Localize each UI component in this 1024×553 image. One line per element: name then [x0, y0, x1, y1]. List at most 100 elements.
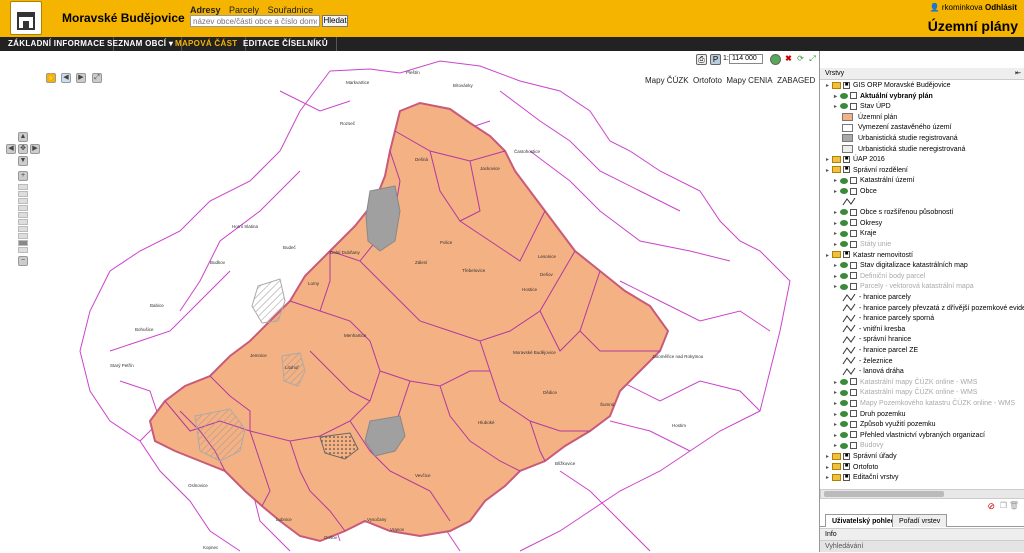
basemap-cuzk[interactable]: Mapy ČÚZK	[645, 76, 689, 85]
visibility-eye-icon[interactable]	[840, 378, 848, 385]
layer-row[interactable]: ▸ ■ Správní úřady	[826, 451, 897, 462]
search-tab-souradnice[interactable]: Souřadnice	[268, 5, 314, 15]
unregistered-study-area-1[interactable]	[251, 278, 286, 324]
menu-editace-ciselniku[interactable]: EDITACE ČÍSELNÍKŮ	[235, 37, 337, 51]
scrollbar-thumb[interactable]	[824, 491, 944, 497]
layer-row[interactable]: - lanová dráha	[842, 366, 904, 377]
layer-checkbox[interactable]	[850, 240, 857, 248]
layer-checkbox[interactable]: ■	[843, 155, 850, 163]
layer-row[interactable]: ▸ Obce	[834, 186, 877, 197]
zoom-extent-icon[interactable]: ⤢	[92, 73, 102, 83]
visibility-eye-icon[interactable]	[840, 209, 848, 216]
visibility-eye-icon[interactable]	[840, 103, 848, 110]
layer-checkbox[interactable]	[850, 420, 857, 428]
address-search-input[interactable]	[190, 15, 320, 27]
visibility-eye-icon[interactable]	[840, 389, 848, 396]
visibility-eye-icon[interactable]	[840, 442, 848, 449]
layer-row[interactable]: - hranice parcely sporná	[842, 313, 934, 324]
basemap-zabaged[interactable]: ZABAGED	[777, 76, 815, 85]
layer-row[interactable]: ▸ Okresy	[834, 218, 882, 229]
visibility-eye-icon[interactable]	[840, 283, 848, 290]
layer-row[interactable]: Vymezení zastavěného území	[842, 122, 952, 133]
visibility-eye-icon[interactable]	[840, 410, 848, 417]
layer-checkbox[interactable]: ■	[843, 251, 850, 259]
info-section[interactable]: Info	[820, 528, 1024, 540]
layer-row[interactable]: ▸ Způsob využití pozemku	[834, 419, 935, 430]
layer-checkbox[interactable]	[850, 92, 857, 100]
pan-down-button[interactable]: ▼	[18, 156, 28, 166]
layer-row[interactable]: ▸ Aktuální vybraný plán	[834, 91, 933, 102]
search-section[interactable]: Vyhledávání	[820, 540, 1024, 552]
basemap-ortofoto[interactable]: Ortofoto	[693, 76, 722, 85]
hand-pan-tool-icon[interactable]: ✋	[46, 73, 56, 83]
layer-checkbox[interactable]	[850, 102, 857, 110]
layer-checkbox[interactable]	[850, 272, 857, 280]
delete-layer-icon[interactable]: 🗑	[1009, 501, 1019, 510]
layer-checkbox[interactable]	[850, 177, 857, 185]
layer-row[interactable]: ▸ Definiční body parcel	[834, 271, 925, 282]
layer-row[interactable]: - hranice parcely	[842, 292, 911, 303]
layer-checkbox[interactable]	[850, 399, 857, 407]
layer-checkbox[interactable]	[850, 442, 857, 450]
layer-checkbox[interactable]	[850, 283, 857, 291]
refresh-icon[interactable]: ⟳	[795, 54, 806, 65]
layer-row[interactable]: Urbanistická studie registrovaná	[842, 133, 958, 144]
map-canvas[interactable]: Pleštín Bítovánky Markvartice Starý Petř…	[0, 51, 819, 552]
layer-row[interactable]: ▸ ■ Katastr nemovitostí	[826, 250, 913, 261]
visibility-eye-icon[interactable]	[840, 241, 848, 248]
tab-user-view[interactable]: Uživatelský pohled	[825, 514, 903, 527]
layer-row[interactable]: ▸ ■ GIS ORP Moravské Budějovice	[826, 80, 951, 91]
layer-row[interactable]: ▸ Stav ÚPD	[834, 101, 891, 112]
expand-toggle-icon[interactable]: ▸	[834, 102, 840, 113]
search-button[interactable]: Hledat	[322, 15, 348, 27]
layer-row[interactable]: ▸ Obce s rozšířenou působností	[834, 207, 953, 218]
visibility-eye-icon[interactable]	[840, 92, 848, 99]
regulated-study-area-1[interactable]	[365, 185, 401, 252]
layer-checkbox[interactable]	[850, 431, 857, 439]
visibility-eye-icon[interactable]	[840, 262, 848, 269]
search-tab-adresy[interactable]: Adresy	[190, 5, 221, 15]
visibility-eye-icon[interactable]	[840, 188, 848, 195]
print-icon[interactable]: ⎙	[696, 54, 707, 65]
layer-row[interactable]: ▸ ■ Správní rozdělení	[826, 165, 908, 176]
zoom-in-button[interactable]: +	[18, 171, 28, 181]
pan-up-button[interactable]: ▲	[18, 132, 28, 142]
layer-row[interactable]	[842, 197, 859, 208]
layer-checkbox[interactable]: ■	[843, 463, 850, 471]
layer-row[interactable]: ▸ Budovy	[834, 440, 883, 451]
back-arrow-icon[interactable]: ◀	[61, 73, 71, 83]
expand-toggle-icon[interactable]: ▸	[834, 187, 840, 198]
layer-row[interactable]: - hranice parcely převzatá z dřívější po…	[842, 303, 1024, 314]
search-tab-parcely[interactable]: Parcely	[229, 5, 259, 15]
visibility-eye-icon[interactable]	[840, 431, 848, 438]
menu-zakladni-informace[interactable]: ZÁKLADNÍ INFORMACE	[0, 37, 114, 51]
layer-row[interactable]: ▸ Přehled vlastnictví vybraných organizac…	[834, 430, 985, 441]
layer-checkbox[interactable]	[850, 219, 857, 227]
remove-layer-icon[interactable]: ⊘	[987, 501, 995, 512]
layer-row[interactable]: ▸ Katastrální území	[834, 175, 914, 186]
layer-row[interactable]: ▸ Stav digitalizace katastrálních map	[834, 260, 968, 271]
layer-checkbox[interactable]	[850, 389, 857, 397]
globe-icon[interactable]	[770, 54, 781, 65]
layer-checkbox[interactable]	[850, 230, 857, 238]
layer-row[interactable]: ▸ Parcely - vektorová katastrální mapa	[834, 281, 974, 292]
map-area[interactable]: Pleštín Bítovánky Markvartice Starý Petř…	[0, 51, 819, 552]
layer-row[interactable]: ▸ Katastrální mapy ČÚZK online - WMS	[834, 387, 977, 398]
visibility-eye-icon[interactable]	[840, 421, 848, 428]
layer-checkbox[interactable]: ■	[843, 166, 850, 174]
layer-row[interactable]: ▸ Katastrální mapy ČÚZK online - WMS	[834, 377, 977, 388]
layer-checkbox[interactable]	[850, 208, 857, 216]
fullscreen-icon[interactable]: ⤢	[807, 54, 818, 65]
layer-checkbox[interactable]	[850, 378, 857, 386]
tab-layer-order[interactable]: Pořadí vrstev	[892, 514, 948, 527]
layer-row[interactable]: Urbanistická studie neregistrovaná	[842, 144, 965, 155]
expand-toggle-icon[interactable]: ▸	[834, 282, 840, 293]
panel-collapse-icon[interactable]: ⇤	[1015, 68, 1021, 80]
visibility-eye-icon[interactable]	[840, 177, 848, 184]
visibility-eye-icon[interactable]	[840, 400, 848, 407]
layer-row[interactable]: ▸ Mapy Pozemkového katastru ČÚZK online -…	[834, 398, 1015, 409]
layer-checkbox[interactable]: ■	[843, 81, 850, 89]
logout-link[interactable]: Odhlásit	[985, 3, 1017, 12]
scale-select[interactable]: 114 000	[729, 54, 763, 64]
zoom-slider[interactable]: + −	[18, 171, 28, 276]
